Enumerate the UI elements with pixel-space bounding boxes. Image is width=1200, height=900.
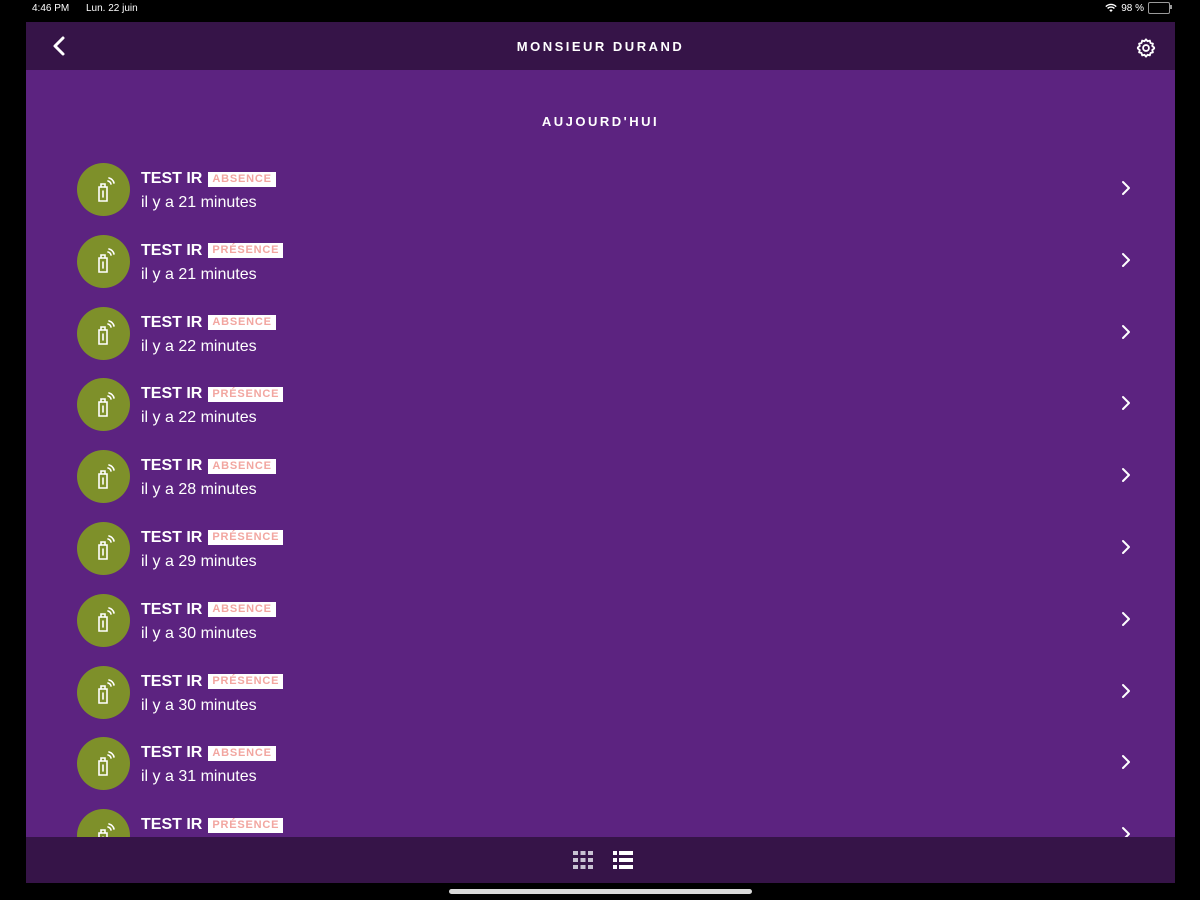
sensor-icon	[97, 392, 115, 417]
event-time: il y a 22 minutes	[141, 409, 257, 427]
chevron-right-icon	[1122, 683, 1130, 698]
sensor-icon	[97, 607, 115, 633]
event-title-line: TEST IR PRÉSENCE	[141, 816, 284, 834]
app-window: MONSIEUR DURAND AUJOURD'HUI TEST IR ABSEN…	[26, 22, 1175, 883]
event-name: TEST IR	[141, 816, 203, 834]
status-badge: PRÉSENCE	[208, 386, 284, 402]
home-indicator[interactable]	[449, 889, 752, 894]
section-title: AUJOURD'HUI	[541, 114, 660, 129]
event-name: TEST IR	[141, 313, 203, 331]
list-item[interactable]: TEST IR PRÉSENCE il y a 29 minutes	[26, 521, 1175, 593]
list-item[interactable]: TEST IR PRÉSENCE il y a 30 minutes	[26, 665, 1175, 737]
event-name: TEST IR	[141, 457, 203, 475]
event-name: TEST IR	[141, 385, 203, 403]
event-name: TEST IR	[141, 241, 203, 259]
status-time: 4:46 PM	[32, 3, 70, 14]
event-title-line: TEST IR ABSENCE	[141, 170, 276, 188]
event-time: il y a 30 minutes	[141, 624, 257, 642]
event-title-line: TEST IR PRÉSENCE	[141, 672, 284, 691]
event-title-line: TEST IR ABSENCE	[141, 601, 276, 619]
sensor-icon	[97, 176, 115, 202]
list-item[interactable]: TEST IR ABSENCE il y a 21 minutes	[26, 162, 1175, 234]
chevron-right-icon	[1122, 755, 1130, 770]
status-right: 98 %	[1105, 2, 1172, 14]
event-avatar	[77, 234, 130, 288]
event-avatar	[77, 450, 130, 504]
wifi-icon	[1105, 3, 1117, 12]
event-time: il y a 22 minutes	[141, 337, 257, 355]
event-title-line: TEST IR ABSENCE	[141, 314, 276, 332]
gear-icon[interactable]	[1135, 37, 1157, 59]
status-badge: PRÉSENCE	[208, 817, 284, 833]
event-avatar	[77, 306, 130, 360]
event-list: TEST IR ABSENCE il y a 21 minutes TEST IR PR…	[26, 162, 1175, 880]
event-time: il y a 31 minutes	[141, 768, 257, 786]
event-title-line: TEST IR ABSENCE	[141, 744, 276, 762]
chevron-right-icon	[1122, 468, 1130, 483]
event-time: il y a 21 minutes	[141, 265, 257, 283]
battery-icon	[1148, 2, 1172, 14]
grid-icon[interactable]	[572, 850, 594, 870]
chevron-right-icon	[1122, 539, 1130, 554]
status-badge: PRÉSENCE	[208, 674, 284, 690]
chevron-right-icon	[1122, 396, 1130, 411]
event-avatar	[77, 163, 130, 216]
event-name: TEST IR	[141, 170, 203, 187]
event-avatar	[77, 593, 130, 647]
list-item[interactable]: TEST IR ABSENCE il y a 28 minutes	[26, 449, 1175, 521]
event-title-line: TEST IR PRÉSENCE	[141, 241, 284, 260]
event-name: TEST IR	[141, 744, 203, 762]
event-time: il y a 28 minutes	[141, 481, 257, 499]
list-item[interactable]: TEST IR PRÉSENCE il y a 22 minutes	[26, 377, 1175, 449]
event-title-line: TEST IR PRÉSENCE	[141, 385, 284, 403]
status-badge: ABSENCE	[208, 458, 276, 474]
event-title-line: TEST IR PRÉSENCE	[141, 528, 284, 547]
sensor-icon	[97, 751, 115, 776]
status-badge: ABSENCE	[208, 745, 276, 761]
status-badge: ABSENCE	[208, 315, 276, 331]
chevron-right-icon	[1122, 252, 1130, 267]
status-date: Lun. 22 juin	[86, 3, 138, 14]
sensor-icon	[97, 248, 115, 274]
list-item[interactable]: TEST IR ABSENCE il y a 31 minutes	[26, 736, 1175, 808]
list-item[interactable]: TEST IR ABSENCE il y a 30 minutes	[26, 593, 1175, 665]
event-time: il y a 29 minutes	[141, 552, 257, 570]
event-name: TEST IR	[141, 672, 203, 690]
status-badge: ABSENCE	[208, 602, 276, 618]
event-avatar	[77, 521, 130, 575]
bottom-toolbar	[26, 837, 1175, 883]
event-avatar	[77, 665, 130, 719]
event-avatar	[77, 378, 130, 432]
sensor-icon	[97, 463, 115, 489]
event-time: il y a 30 minutes	[141, 696, 257, 714]
status-badge: ABSENCE	[208, 171, 276, 187]
battery-percent: 98 %	[1121, 2, 1144, 14]
chevron-right-icon	[1122, 611, 1130, 626]
event-name: TEST IR	[141, 528, 203, 546]
sensor-icon	[97, 679, 115, 704]
sensor-icon	[97, 535, 115, 561]
status-badge: PRÉSENCE	[208, 530, 284, 546]
status-bar: 4:46 PM Lun. 22 juin 98 %	[0, 0, 1200, 20]
list-icon[interactable]	[612, 850, 634, 870]
event-title-line: TEST IR ABSENCE	[141, 457, 276, 475]
chevron-right-icon	[1122, 324, 1130, 339]
event-avatar	[77, 737, 130, 791]
list-item[interactable]: TEST IR ABSENCE il y a 22 minutes	[26, 306, 1175, 378]
event-time: il y a 21 minutes	[141, 194, 257, 211]
list-item[interactable]: TEST IR PRÉSENCE il y a 21 minutes	[26, 234, 1175, 306]
page-title: MONSIEUR DURAND	[516, 39, 685, 54]
sensor-icon	[97, 320, 115, 345]
event-name: TEST IR	[141, 600, 203, 618]
nav-bar: MONSIEUR DURAND	[26, 22, 1175, 70]
chevron-right-icon	[1122, 181, 1130, 195]
status-badge: PRÉSENCE	[208, 243, 284, 259]
